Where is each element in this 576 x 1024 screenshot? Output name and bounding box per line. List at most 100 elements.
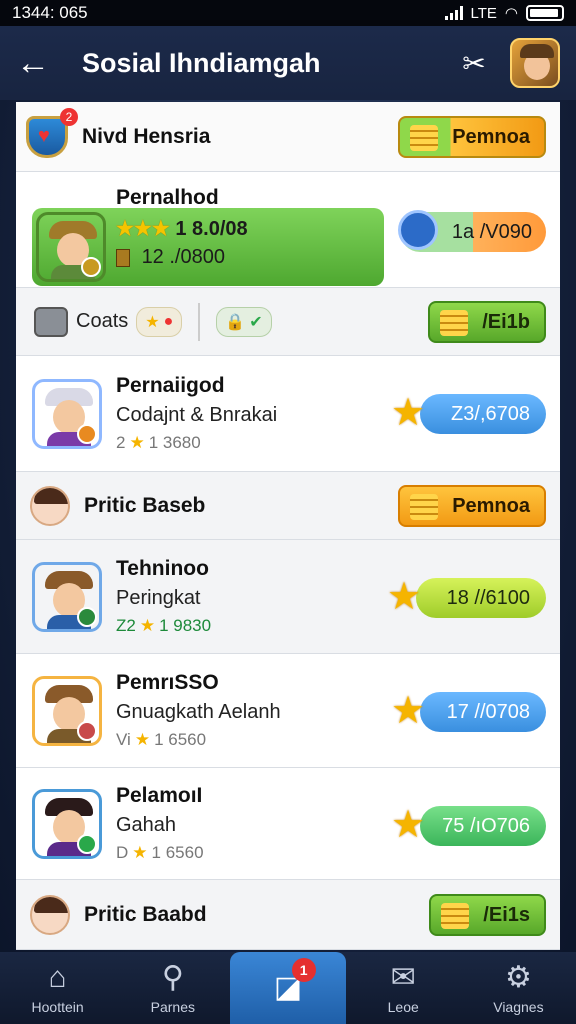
featured-sub-value: 12 ./0800 [141, 246, 225, 268]
meta-prefix: Vi [116, 730, 131, 749]
home-icon: ⌂ [48, 961, 67, 994]
group-action-label: Pemnoa [452, 494, 530, 517]
score-value: 17 //0708 [446, 700, 530, 723]
list-item[interactable]: PelamoıI Gahah D ★ 1 6560 75 /ıO706 ★ [16, 768, 560, 880]
bottom-tab-bar: ⌂ Hoottein ⚲ Parnes ◪ 1 ✉ Leoe ⚙ Viagnes [0, 952, 576, 1024]
compass-icon [398, 210, 438, 250]
player-meta: Z2 ★ 1 9830 [116, 616, 560, 636]
notification-badge: 1 [291, 958, 316, 982]
inbox-icon: ✉ [390, 961, 416, 994]
star-icon: ★ [134, 730, 151, 749]
header-action-button[interactable]: Pemnoa [398, 116, 546, 158]
wallet-icon [34, 306, 68, 337]
divider [198, 302, 201, 341]
battery-icon [526, 5, 564, 21]
meta-value: 1 9830 [159, 616, 212, 635]
featured-row[interactable]: Pernalhod ★★★ 1 8.0/08 12 ./0800 1a /V09… [16, 172, 560, 288]
star-badge-icon: ★ [390, 391, 426, 434]
score-pill: 75 /ıO706 [420, 806, 546, 846]
featured-avatar [36, 212, 106, 282]
tab-chart[interactable]: ◪ 1 [230, 952, 346, 1024]
lock-icon: 🔒 [225, 313, 246, 331]
list-item[interactable]: Tehninoo Peringkat Z2 ★ 1 9830 18 //6100… [16, 540, 560, 654]
score-pill: 18 //6100 [416, 578, 546, 618]
list-item[interactable]: PemrıSSO Gnuagkath Aelanh Vi ★ 1 6560 17… [16, 654, 560, 768]
featured-score: 1 8.0/08 [175, 218, 248, 240]
meta-value: 1 6560 [151, 843, 204, 862]
star-badge-icon: ★ [386, 575, 422, 618]
coats-action-label: /Ei1b [482, 310, 530, 333]
tab-search[interactable]: ⚲ Parnes [115, 952, 230, 1024]
back-button[interactable]: ← [16, 44, 64, 83]
tools-button[interactable]: ✂ [452, 41, 496, 85]
lock-check-chip[interactable]: 🔒 ✔ [216, 306, 272, 337]
player-avatar [32, 378, 102, 449]
featured-name: Pernalhod [116, 186, 219, 209]
red-dot-icon: ● [163, 312, 174, 330]
player-avatar [32, 788, 102, 859]
status-bar: 1344: 065 LTE ◠ [0, 0, 576, 26]
list-item[interactable]: Pernaiigod Codajnt & Bnrakai 2 ★ 1 3680 … [16, 356, 560, 472]
tab-label: Leoe [387, 999, 419, 1015]
app-bar: ← Sosial Ihndiamgah ✂ [0, 26, 576, 100]
score-pill: 17 //0708 [420, 692, 546, 732]
tab-inbox[interactable]: ✉ Leoe [346, 952, 461, 1024]
star-badge-icon: ★ [390, 689, 426, 732]
wifi-icon: ◠ [504, 5, 518, 22]
tools-icon: ✂ [462, 47, 486, 79]
profile-avatar[interactable] [510, 38, 560, 88]
featured-pill-value: 1a /V090 [451, 220, 532, 243]
meta-prefix: 2 [116, 433, 126, 452]
group-header-row: Pritic Baseb Pemnoa [16, 472, 560, 540]
coin-stack-icon [410, 494, 439, 520]
notification-badge: 2 [60, 108, 78, 126]
player-avatar [32, 675, 102, 746]
star-icon: ★ [132, 843, 148, 862]
status-time: 1344: 065 [12, 3, 88, 22]
coin-stack-icon [441, 903, 470, 929]
meta-prefix: Z2 [116, 616, 136, 635]
player-meta: D ★ 1 6560 [116, 843, 560, 863]
status-icons: LTE ◠ [444, 4, 564, 22]
tab-settings[interactable]: ⚙ Viagnes [461, 952, 576, 1024]
meta-value: 1 6560 [154, 730, 207, 749]
leaderboard-list: 2 Nivd Hensria Pemnoa Pernalhod ★★★ 1 8.… [16, 102, 560, 950]
header-action-label: Pemnoa [452, 125, 530, 148]
score-value: Z3/,6708 [451, 402, 530, 425]
group-action-button[interactable]: /Ei1s [429, 894, 546, 936]
coin-icon [116, 248, 130, 267]
tab-label: Viagnes [493, 999, 544, 1015]
coats-row: Coats ★ ● 🔒 ✔ /Ei1b [16, 288, 560, 356]
featured-sub: 12 ./0800 [116, 246, 225, 269]
group-header-row: Pritic Baabd /Ei1s [16, 880, 560, 950]
group-avatar [30, 485, 70, 526]
group-action-button[interactable]: Pemnoa [398, 485, 546, 527]
score-value: 18 //6100 [446, 586, 530, 609]
group-avatar [30, 894, 70, 935]
star-badge-icon: ★ [390, 803, 426, 846]
tab-home[interactable]: ⌂ Hoottein [0, 952, 115, 1024]
arrow-left-icon: ← [16, 43, 50, 82]
score-value: 75 /ıO706 [442, 814, 530, 837]
featured-progress-pill: 1a /V090 [398, 210, 546, 252]
player-meta: Vi ★ 1 6560 [116, 730, 560, 750]
featured-card[interactable]: Pernalhod ★★★ 1 8.0/08 12 ./0800 [32, 186, 384, 286]
star-chip[interactable]: ★ ● [136, 306, 183, 337]
network-label: LTE [470, 4, 497, 22]
page-title: Sosial Ihndiamgah [82, 47, 321, 78]
star-icon: ★ [129, 433, 145, 452]
coin-stack-icon [440, 310, 469, 336]
check-icon: ✔ [249, 313, 263, 331]
score-pill: Z3/,6708 [420, 394, 546, 434]
star-icon: ★ [145, 313, 160, 331]
player-meta: 2 ★ 1 3680 [116, 433, 560, 453]
coin-stack-icon [410, 125, 439, 151]
tab-label: Parnes [150, 999, 195, 1015]
group-header-row: 2 Nivd Hensria Pemnoa [16, 102, 560, 172]
featured-rating: ★★★ 1 8.0/08 [116, 216, 248, 241]
coats-label: Coats [76, 310, 129, 332]
coats-action-button[interactable]: /Ei1b [428, 301, 546, 343]
settings-icon: ⚙ [504, 961, 532, 994]
meta-value: 1 3680 [148, 433, 201, 452]
signal-icon [444, 6, 463, 20]
